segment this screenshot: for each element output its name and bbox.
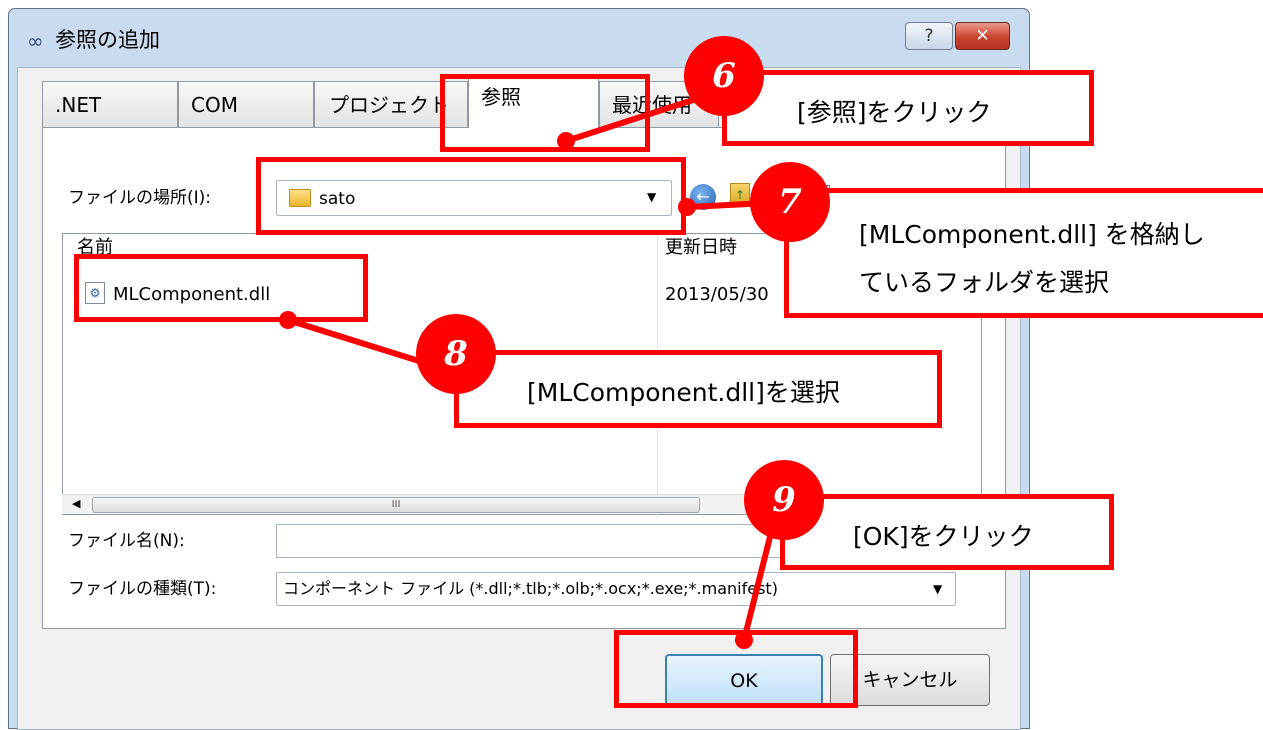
callout-step7-line2: ているフォルダを選択	[859, 268, 1110, 297]
callout-step9: [OK]をクリック	[780, 494, 1114, 570]
callout-step9-text: [OK]をクリック	[853, 522, 1034, 551]
highlight-browse-tab	[440, 74, 650, 152]
highlight-location-combo	[256, 157, 686, 235]
callout-step6: [参照]をクリック	[722, 70, 1094, 146]
step-badge-6: 6	[684, 36, 764, 116]
callout-step6-text: [参照]をクリック	[797, 98, 992, 127]
callout-step7: [MLComponent.dll] を格納し ているフォルダを選択	[784, 188, 1263, 318]
pointer-dot	[678, 198, 696, 216]
step-badge-7: 7	[750, 162, 830, 242]
pointer-dot	[279, 311, 297, 329]
step-badge-9: 9	[744, 460, 824, 540]
highlight-file-item	[74, 254, 368, 322]
callout-step8: [MLComponent.dll]を選択	[454, 350, 942, 428]
pointer-dot	[735, 631, 753, 649]
step-badge-8: 8	[416, 314, 496, 394]
pointer-dot	[557, 132, 575, 150]
callout-step8-text: [MLComponent.dll]を選択	[527, 378, 840, 407]
callout-step7-line1: [MLComponent.dll] を格納し	[859, 220, 1205, 249]
